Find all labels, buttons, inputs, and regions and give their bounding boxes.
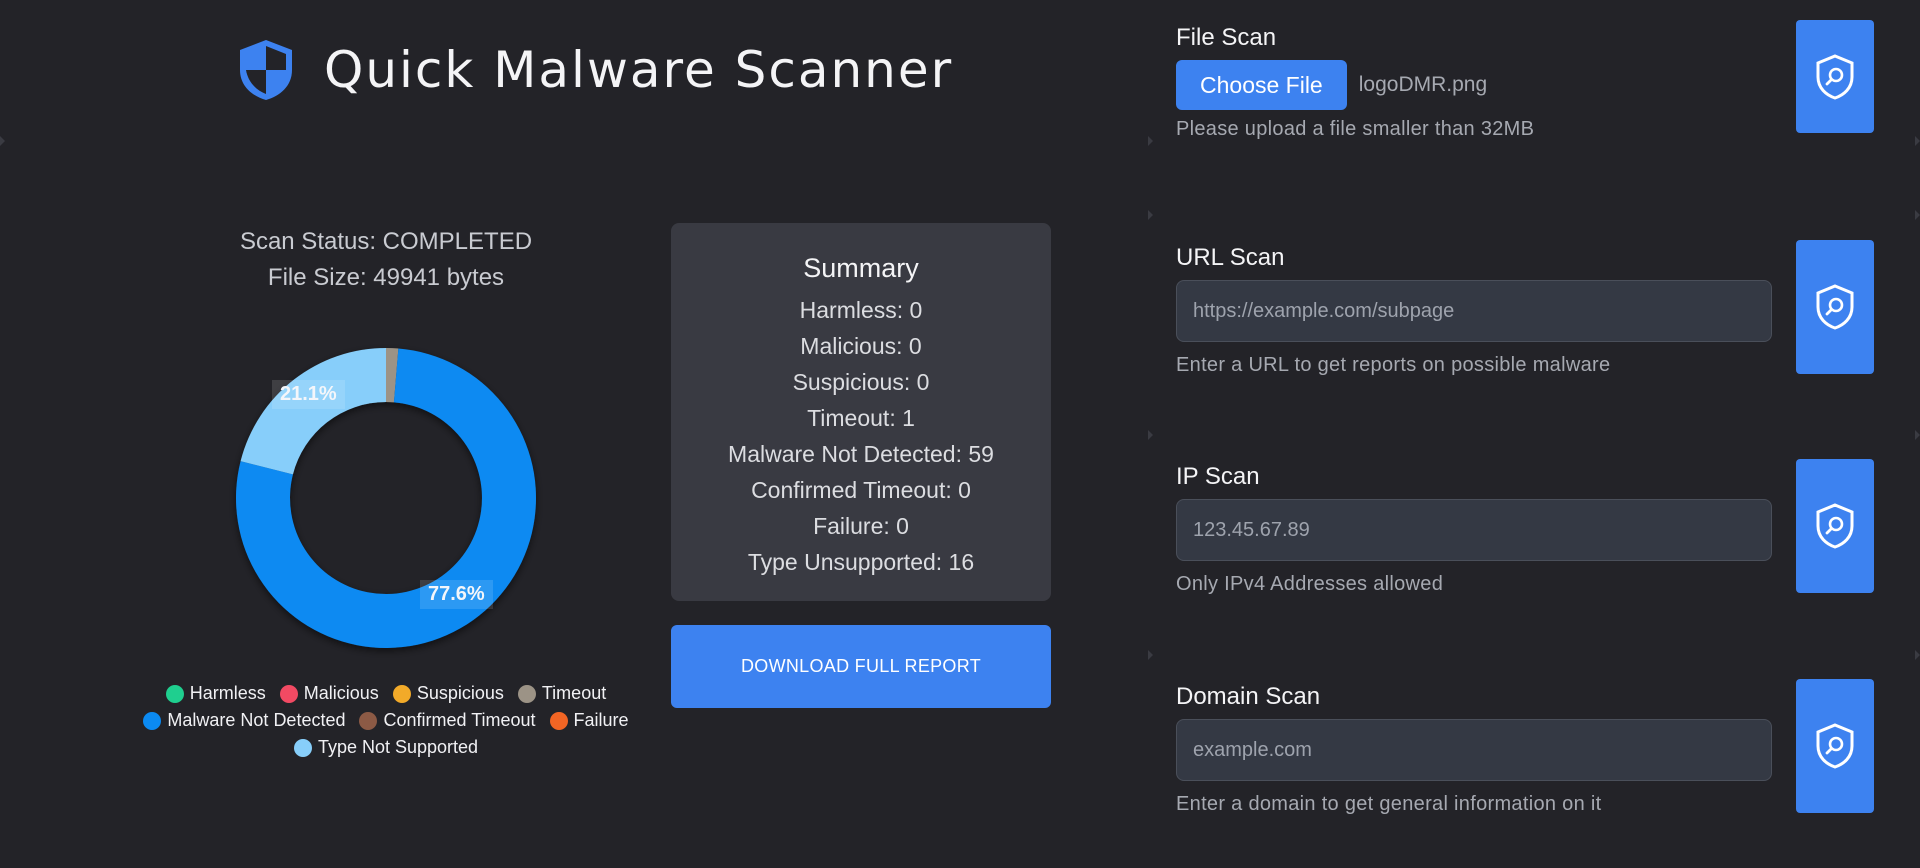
legend-swatch <box>143 711 162 730</box>
divider-tick <box>1148 430 1153 440</box>
legend-label: Type Not Supported <box>317 737 479 757</box>
legend-swatch <box>549 711 568 730</box>
shield-search-icon <box>1816 503 1854 549</box>
file-scan-title: File Scan <box>1176 24 1277 51</box>
summary-line: Type Unsupported: 16 <box>747 549 975 575</box>
legend-label: Timeout <box>541 683 607 703</box>
app-title: Quick Malware Scanner <box>324 41 954 99</box>
url-input[interactable] <box>1176 280 1772 342</box>
legend-swatch <box>517 684 536 703</box>
ip-scan-section: IP Scan Only IPv4 Addresses allowed <box>1176 463 1876 596</box>
header: Quick Malware Scanner <box>236 38 953 102</box>
domain-scan-title: Domain Scan <box>1176 683 1321 710</box>
ip-scan-button[interactable] <box>1796 459 1874 593</box>
legend-label: Malicious <box>303 683 379 703</box>
file-scan-button[interactable] <box>1796 20 1874 133</box>
legend-label: Suspicious <box>416 683 504 703</box>
divider-tick <box>1148 650 1153 660</box>
domain-input[interactable] <box>1176 719 1772 781</box>
ip-input[interactable] <box>1176 499 1772 561</box>
legend-label: Harmless <box>189 683 266 703</box>
chart-legend: Harmless Malicious Suspicious Timeout Ma… <box>126 680 646 761</box>
legend-label: Confirmed Timeout <box>383 710 536 730</box>
legend-item[interactable]: Malicious <box>279 680 379 707</box>
summary-line: Confirmed Timeout: 0 <box>751 477 971 503</box>
legend-item[interactable]: Suspicious <box>392 680 504 707</box>
summary-line: Harmless: 0 <box>799 297 923 323</box>
shield-search-icon <box>1816 284 1854 330</box>
url-scan-button[interactable] <box>1796 240 1874 374</box>
summary-line: Malware Not Detected: 59 <box>728 441 994 467</box>
legend-label: Malware Not Detected <box>167 710 346 730</box>
domain-scan-button[interactable] <box>1796 679 1874 813</box>
ip-scan-title: IP Scan <box>1176 463 1260 490</box>
summary-line: Malicious: 0 <box>800 333 922 359</box>
donut-slice-type-not-supported[interactable] <box>240 348 386 475</box>
legend-item[interactable]: Confirmed Timeout <box>359 707 536 734</box>
domain-scan-section: Domain Scan Enter a domain to get genera… <box>1176 683 1876 816</box>
legend-item[interactable]: Malware Not Detected <box>143 707 345 734</box>
summary-title: Summary <box>803 253 919 283</box>
file-size: File Size: 49941 bytes <box>267 264 505 291</box>
legend-swatch <box>165 684 184 703</box>
choose-file-button[interactable]: Choose File <box>1176 60 1347 110</box>
download-report-button[interactable]: DOWNLOAD FULL REPORT <box>671 625 1051 708</box>
legend-swatch <box>279 684 298 703</box>
chart-data-label: 21.1% <box>272 380 345 409</box>
shield-icon <box>240 40 292 100</box>
shield-search-icon <box>1816 723 1854 769</box>
summary-line: Timeout: 1 <box>807 405 915 431</box>
url-scan-title: URL Scan <box>1176 244 1285 271</box>
shield-search-icon <box>1816 53 1854 100</box>
legend-swatch <box>392 684 411 703</box>
divider-tick <box>1148 136 1153 146</box>
url-scan-hint: Enter a URL to get reports on possible m… <box>1176 354 1611 376</box>
divider-tick <box>1915 430 1920 440</box>
summary-line: Suspicious: 0 <box>792 369 930 395</box>
page: Quick Malware Scanner Scan Status: COMPL… <box>0 0 1920 868</box>
legend-label: Failure <box>573 710 629 730</box>
legend-item[interactable]: Harmless <box>165 680 266 707</box>
selected-file-name: logoDMR.png <box>1358 73 1488 96</box>
url-scan-section: URL Scan Enter a URL to get reports on p… <box>1176 244 1876 377</box>
legend-swatch <box>293 738 312 757</box>
file-scan-section: File Scan Choose File logoDMR.png Please… <box>1176 24 1876 141</box>
file-scan-hint: Please upload a file smaller than 32MB <box>1176 118 1535 140</box>
legend-item[interactable]: Failure <box>549 707 629 734</box>
summary-line: Failure: 0 <box>813 513 909 539</box>
scan-status-block: Scan Status: COMPLETED File Size: 49941 … <box>186 224 586 296</box>
divider-tick <box>1915 136 1920 146</box>
summary-card: Summary Harmless: 0 Malicious: 0 Suspici… <box>671 223 1051 601</box>
legend-swatch <box>359 711 378 730</box>
chart-data-label: 77.6% <box>420 580 493 609</box>
legend-item[interactable]: Type Not Supported <box>293 734 479 761</box>
ip-scan-hint: Only IPv4 Addresses allowed <box>1176 573 1444 595</box>
divider-tick <box>0 136 5 146</box>
domain-scan-hint: Enter a domain to get general informatio… <box>1176 793 1602 815</box>
divider-tick <box>1915 210 1920 220</box>
divider-tick <box>1915 650 1920 660</box>
scan-status: Scan Status: COMPLETED <box>239 228 533 255</box>
legend-item[interactable]: Timeout <box>517 680 607 707</box>
divider-tick <box>1148 210 1153 220</box>
